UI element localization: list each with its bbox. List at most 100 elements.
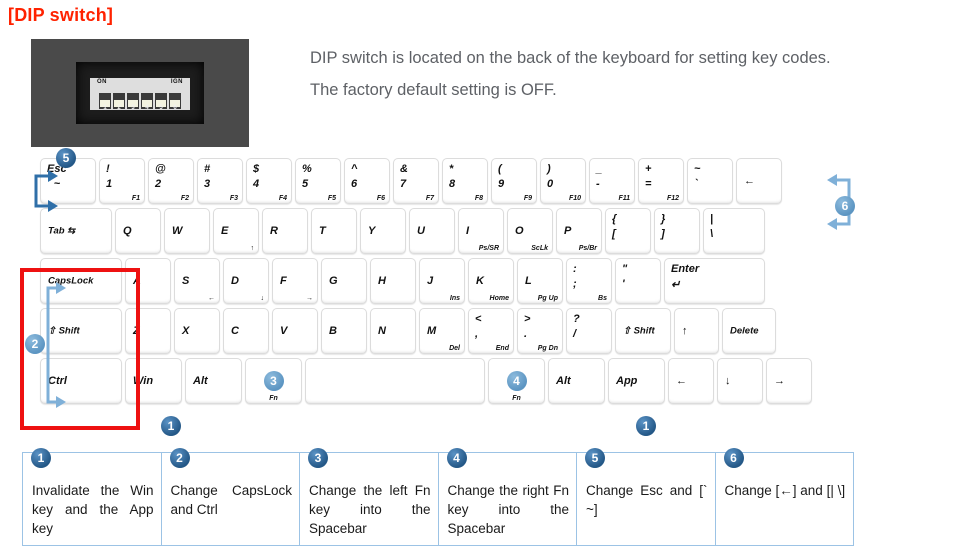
key-label-main: H <box>378 275 386 287</box>
key-label-function: ↓ <box>260 295 265 302</box>
key-label-main: Y <box>368 225 376 237</box>
key-label-function: F2 <box>180 195 189 202</box>
key-label-main: ! <box>106 163 110 175</box>
key--: {[ <box>605 208 651 254</box>
key-label-main: ~ <box>694 163 701 175</box>
key-label-function: F9 <box>523 195 532 202</box>
legend-table: 1 Invalidate the Win key and the App key… <box>22 448 854 546</box>
key-r: R <box>262 208 308 254</box>
key-label-function: F5 <box>327 195 336 202</box>
key-z: Z <box>125 308 171 354</box>
keyboard-row: Tab ⇆ Q W E ↑ R T Y U I Ps/SR O ScLk P Ps/Br{[}] | \ <box>40 208 768 254</box>
dip-switch-photo: ON IGN 1 2 3 4 5 6 <box>31 39 249 147</box>
key--: ) 0 F10 <box>540 158 586 204</box>
legend-badge-3: 3 <box>308 448 328 468</box>
key-label-main: T <box>319 225 326 237</box>
key-label-main: L <box>525 275 532 287</box>
key-fn: Fn 4 <box>488 358 545 404</box>
key--: ! 1 F1 <box>99 158 145 204</box>
key-label-main: G <box>329 275 338 287</box>
key-label-main: K <box>476 275 484 287</box>
callout-badge-fn-3: 3 <box>263 371 284 391</box>
dip-label-on: ON <box>97 79 107 86</box>
key-label-secondary: \ <box>710 228 714 240</box>
key-label-function: Pg Dn <box>537 345 558 352</box>
key-label-secondary: 9 <box>498 178 505 190</box>
dip-switch-body: ON IGN 1 2 3 4 5 6 <box>90 78 190 111</box>
key--: :; Bs <box>566 258 612 304</box>
key-label-function: F8 <box>474 195 483 202</box>
key-label-main: * <box>449 163 454 175</box>
key-q: Q <box>115 208 161 254</box>
key--: <, End <box>468 308 514 354</box>
key-label-secondary: 8 <box>449 178 456 190</box>
dip-switch-top-labels: ON IGN <box>90 79 190 85</box>
legend-text-2: Change CapsLock and Ctrl <box>170 483 293 517</box>
key-label-secondary: , <box>475 328 479 340</box>
key-label-main: X <box>182 325 190 337</box>
dip-num: 5 <box>159 105 163 112</box>
legend-badge-1: 1 <box>31 448 51 468</box>
key-label-function: Bs <box>598 295 607 302</box>
key-label-secondary: 7 <box>400 178 407 190</box>
dip-num: 6 <box>173 105 177 112</box>
key--: | \ <box>703 208 765 254</box>
key-label-main: + <box>645 163 652 175</box>
key-c: C <box>223 308 269 354</box>
key-b: B <box>321 308 367 354</box>
key-label-secondary: 5 <box>302 178 309 190</box>
key-label-main: V <box>280 325 288 337</box>
key--: " ' <box>615 258 661 304</box>
key-label-main: J <box>427 275 434 287</box>
key-label-function: Fn <box>269 395 278 402</box>
key--: ~ ` <box>687 158 733 204</box>
callout-badge-backspace: 6 <box>835 196 855 216</box>
key-t: T <box>311 208 357 254</box>
callout-badge-esc: 5 <box>56 148 76 168</box>
key-label-function: F10 <box>568 195 581 202</box>
legend-text-5: Change Esc and [` ~] <box>586 483 708 517</box>
key-label-main: A <box>133 275 141 287</box>
key-label-main: ) <box>547 163 551 175</box>
key-label-secondary: . <box>524 328 528 340</box>
key-label-secondary: 3 <box>204 178 211 190</box>
key-label-function: F7 <box>425 195 434 202</box>
key-fn: Fn 3 <box>245 358 302 404</box>
keyboard-row: CapsLock A S ← D ↓ F → G H J Ins K Home L Pg Up:; Bs " ' En… <box>40 258 768 304</box>
key-label-function: Ps/SR <box>478 245 499 252</box>
key--: }] <box>654 208 700 254</box>
key-label-function: F11 <box>618 195 630 202</box>
key-label-function: F3 <box>229 195 238 202</box>
key-delete: Delete <box>722 308 776 354</box>
key-label-main: | <box>710 213 714 225</box>
key-f: F → <box>272 258 318 304</box>
key-label-main: : <box>573 263 577 275</box>
key--: _ - F11 <box>589 158 635 204</box>
key-label-function: F1 <box>131 195 140 202</box>
legend-text-3: Change the left Fn key into the Spacebar <box>309 483 431 536</box>
dip-num: 3 <box>131 105 135 112</box>
legend-badge-4: 4 <box>446 448 467 468</box>
key-label-secondary: 0 <box>547 178 554 190</box>
key-label-function: Pg Up <box>537 295 558 302</box>
key-h: H <box>370 258 416 304</box>
key-label-main: I <box>466 225 470 237</box>
dip-switch-bezel: ON IGN 1 2 3 4 5 6 <box>76 62 204 124</box>
key-label-main: ↑ <box>682 325 688 337</box>
description-line-2: The factory default setting is OFF. <box>310 81 557 99</box>
key-label-secondary: ' <box>622 278 625 290</box>
key-label-function: ↑ <box>250 245 255 252</box>
key-label-main: ^ <box>351 163 358 175</box>
key--: (9 F9 <box>491 158 537 204</box>
key--: ← <box>668 358 714 404</box>
key--: ↑ <box>674 308 719 354</box>
key-l: L Pg Up <box>517 258 563 304</box>
key-label-secondary: ↵ <box>671 279 681 291</box>
key--: >. Pg Dn <box>517 308 563 354</box>
key-label-main: B <box>329 325 337 337</box>
legend-cell-1: 1 Invalidate the Win key and the App key <box>23 448 162 545</box>
key-n: N <box>370 308 416 354</box>
dip-switch-numbers: 1 2 3 4 5 6 <box>90 105 190 111</box>
callout-badge-modifier-group: 2 <box>25 334 45 354</box>
legend-cell-4: 4 Change the right Fn key into the Space… <box>439 448 577 545</box>
